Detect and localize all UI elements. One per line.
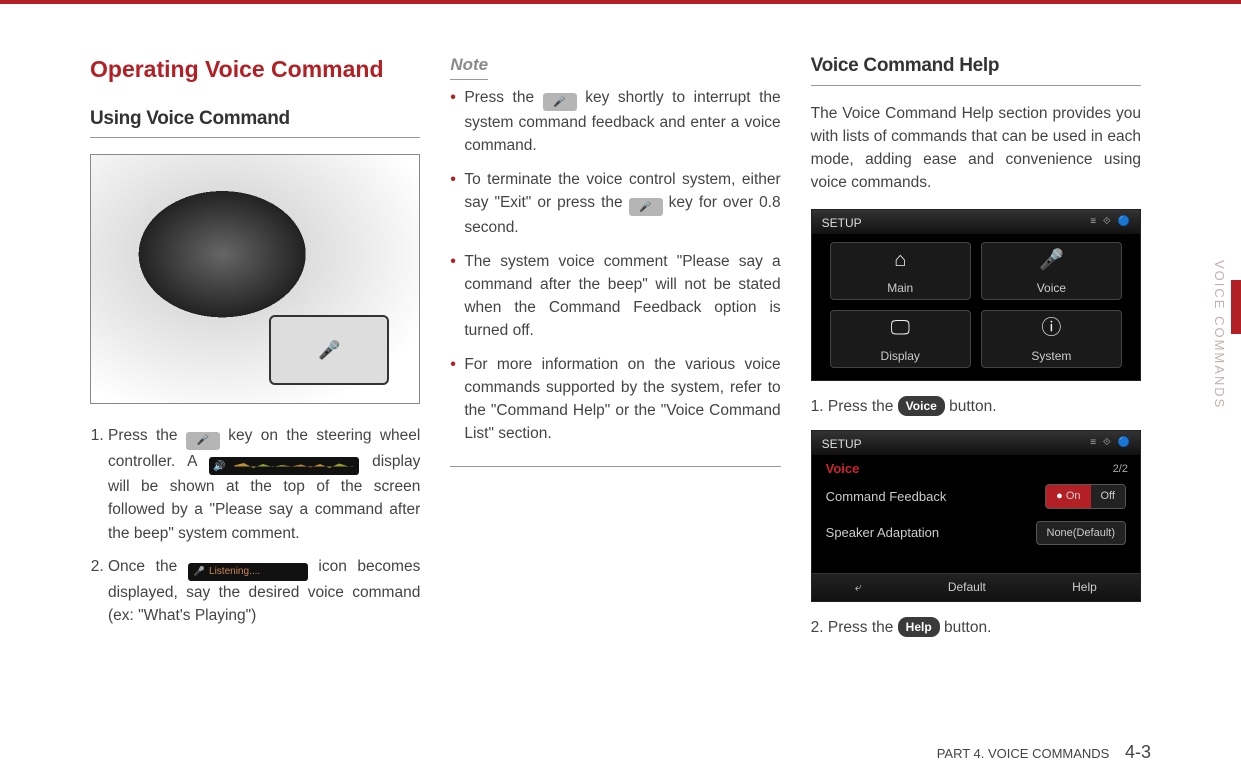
help-button[interactable]: Help [1072, 578, 1097, 596]
voice-pill: Voice [898, 396, 945, 416]
toggle-off: Off [1091, 485, 1125, 508]
row-command-feedback: Command Feedback On Off [812, 478, 1140, 515]
step-1-text-a: Press the [108, 427, 186, 444]
steering-wheel-image: 🎤 [90, 154, 420, 404]
step-2: Once the Listening.... icon becomes disp… [108, 555, 420, 627]
step2-text-a: 2. Press the [811, 619, 898, 636]
voice-help-intro: The Voice Command Help section provides … [811, 102, 1141, 195]
row1-label: Command Feedback [826, 487, 947, 507]
instruction-list: Press the 🎤 key on the steering wheel co… [90, 424, 420, 627]
help-pill: Help [898, 617, 940, 637]
note-bullets: Press the 🎤 key shortly to interrupt the… [450, 86, 780, 446]
voice-key-icon: 🎤 [543, 93, 577, 111]
top-red-bar [0, 0, 1241, 4]
column-1: Operating Voice Command Using Voice Comm… [90, 52, 420, 737]
setup-tile-display[interactable]: 🖵 Display [830, 310, 971, 368]
setup-bottom-bar: ⤶ Default Help [812, 573, 1140, 601]
waveform-display-icon [209, 457, 359, 475]
voice-key-icon: 🎤 [186, 432, 220, 450]
note-bullet-3: The system voice comment "Please say a c… [450, 250, 780, 343]
column-3: Voice Command Help The Voice Command Hel… [811, 52, 1141, 737]
voice-settings-title: Voice [812, 455, 1140, 479]
side-tab-marker [1231, 280, 1241, 334]
note-bullet-2: To terminate the voice control system, e… [450, 168, 780, 240]
setup-header-2-label: SETUP [822, 437, 862, 451]
toggle-on: On [1046, 485, 1090, 508]
setup-screen-voice: SETUP ≡ ⟐ 🔵 Voice 2/2 Command Feedback O… [811, 430, 1141, 602]
row2-label: Speaker Adaptation [826, 523, 939, 543]
voice-key-icon: 🎤 [629, 198, 663, 216]
tile-voice-label: Voice [1037, 279, 1066, 297]
step-1: Press the 🎤 key on the steering wheel co… [108, 424, 420, 545]
step2-text-b: button. [944, 619, 991, 636]
tile-system-label: System [1031, 347, 1071, 365]
home-icon: ⌂ [894, 245, 906, 275]
setup-header-label: SETUP [822, 216, 862, 230]
back-button[interactable]: ⤶ [855, 578, 862, 596]
setup-screen-grid: SETUP ≡ ⟐ 🔵 ⌂ Main 🎤 Voice 🖵 Display ⓘ Syste… [811, 209, 1141, 381]
setup-header: SETUP ≡ ⟐ 🔵 [812, 210, 1140, 234]
setup-tile-voice[interactable]: 🎤 Voice [981, 242, 1122, 300]
listening-badge-icon: Listening.... [188, 563, 308, 581]
voice-button-callout: 🎤 [269, 315, 389, 385]
row-speaker-adaptation: Speaker Adaptation None(Default) [812, 515, 1140, 552]
note-bullet-1: Press the 🎤 key shortly to interrupt the… [450, 86, 780, 158]
listening-label: Listening.... [209, 564, 260, 579]
default-button[interactable]: Default [948, 578, 986, 596]
status-icons: ≡ ⟐ 🔵 [1090, 435, 1132, 450]
step-press-voice: 1. Press the Voice button. [811, 395, 1141, 418]
toggle-command-feedback[interactable]: On Off [1045, 484, 1126, 509]
side-tab-label: VOICE COMMANDS [1212, 260, 1227, 409]
voice-icon: 🎤 [1039, 245, 1064, 275]
tile-display-label: Display [881, 347, 920, 365]
note-label: Note [450, 52, 488, 80]
footer-page-number: 4-3 [1125, 742, 1151, 762]
setup-tile-main[interactable]: ⌂ Main [830, 242, 971, 300]
step1-text-a: 1. Press the [811, 398, 898, 415]
tile-main-label: Main [887, 279, 913, 297]
step-press-help: 2. Press the Help button. [811, 616, 1141, 639]
column-2: Note Press the 🎤 key shortly to interrup… [450, 52, 780, 737]
speaker-adaptation-select[interactable]: None(Default) [1036, 521, 1126, 546]
step-2-text-a: Once the [108, 558, 188, 575]
page-footer: PART 4. VOICE COMMANDS 4-3 [937, 742, 1151, 763]
info-icon: ⓘ [1041, 313, 1061, 343]
note-1a: Press the [464, 89, 542, 106]
voice-help-title: Voice Command Help [811, 52, 1141, 86]
footer-part: PART 4. VOICE COMMANDS [937, 746, 1110, 761]
setup-tile-system[interactable]: ⓘ System [981, 310, 1122, 368]
section-title: Operating Voice Command [90, 52, 420, 87]
setup-header-2: SETUP ≡ ⟐ 🔵 [812, 431, 1140, 455]
page-indicator: 2/2 [1113, 461, 1128, 478]
subsection-title: Using Voice Command [90, 105, 420, 139]
display-icon: 🖵 [891, 313, 910, 343]
note-bullet-4: For more information on the various voic… [450, 353, 780, 446]
status-icons: ≡ ⟐ 🔵 [1090, 214, 1132, 229]
step1-text-b: button. [949, 398, 996, 415]
